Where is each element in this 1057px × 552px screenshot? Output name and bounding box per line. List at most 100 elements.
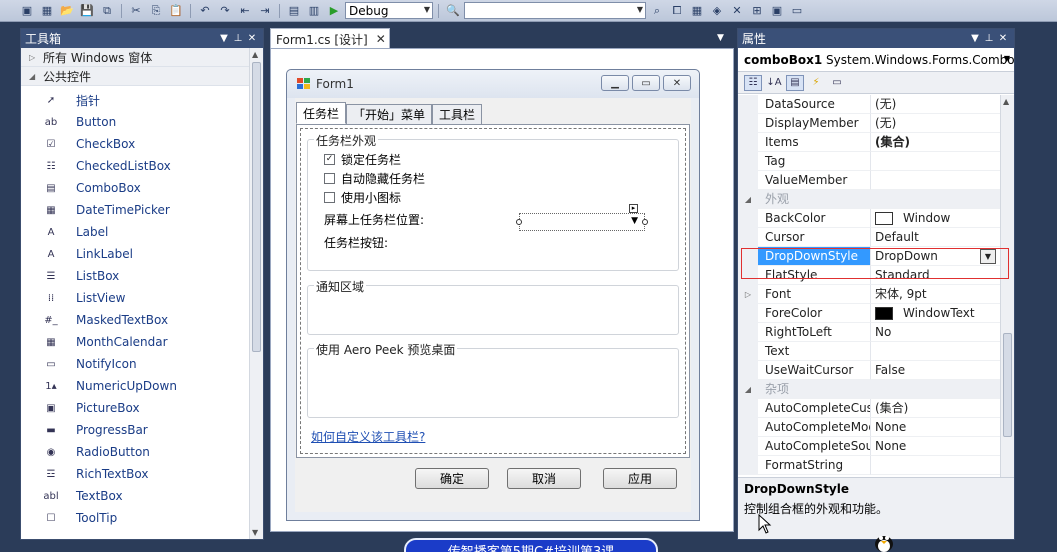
resize-handle-right[interactable] [642, 219, 648, 225]
find-combo[interactable]: ▼ [464, 2, 646, 19]
layout-icon[interactable]: ▤ [285, 3, 303, 19]
categorized-icon[interactable]: ☷ [744, 74, 762, 91]
redo-icon[interactable]: ↷ [216, 3, 234, 19]
navigate-forward-icon[interactable]: ⇥ [256, 3, 274, 19]
save-all-icon[interactable]: ⧉ [98, 3, 116, 19]
checkbox-lock-taskbar[interactable]: ✓ 锁定任务栏 [324, 151, 401, 168]
toolbox-item[interactable]: ▦ MonthCalendar [21, 331, 249, 353]
toolbox-group-all[interactable]: ▷ 所有 Windows 窗体 [21, 48, 263, 67]
toolbox-item[interactable]: ⁞⁞ ListView [21, 287, 249, 309]
toolbox-item[interactable]: #_ MaskedTextBox [21, 309, 249, 331]
groupbox-taskbar-appearance[interactable]: 任务栏外观 ✓ 锁定任务栏 自动隐藏任务栏 使用小图标 屏幕上任务栏位置: 任务… [307, 132, 679, 271]
find-icon[interactable]: ⌕ [648, 3, 666, 19]
chevron-down-icon[interactable]: ▼ [217, 33, 231, 44]
chevron-down-icon[interactable]: ▼ [968, 33, 982, 44]
tab-start-menu[interactable]: 「开始」菜单 [346, 104, 433, 124]
property-row[interactable]: DisplayMember (无) [738, 114, 1000, 133]
pin-icon[interactable]: ⊥ [231, 33, 245, 44]
scroll-down-icon[interactable]: ▼ [252, 528, 258, 537]
expand-arrow-icon[interactable]: ▷ [738, 285, 758, 304]
cancel-button[interactable]: 取消 [507, 468, 581, 489]
save-icon[interactable]: 💾 [78, 3, 96, 19]
property-category[interactable]: ◢ 外观 [738, 190, 1000, 209]
toolbox-item[interactable]: ab Button [21, 111, 249, 133]
toolbox-item[interactable]: ☲ RichTextBox [21, 463, 249, 485]
toolbox-item[interactable]: abl TextBox [21, 485, 249, 507]
toolbox-scrollbar[interactable]: ▲ ▼ [249, 48, 263, 539]
scroll-up-icon[interactable]: ▲ [1003, 97, 1009, 106]
layout2-icon[interactable]: ▥ [305, 3, 323, 19]
collapse-arrow-icon[interactable]: ◢ [738, 190, 758, 209]
property-row[interactable]: DataSource (无) [738, 95, 1000, 114]
smart-tag-icon[interactable]: ▸ [629, 204, 638, 213]
collapse-arrow-icon[interactable]: ◢ [738, 380, 758, 399]
property-value[interactable]: Default [871, 228, 1000, 247]
close-icon[interactable]: ✕ [996, 33, 1010, 44]
property-value[interactable] [871, 342, 1000, 361]
window-layout-icon[interactable]: ▭ [788, 3, 806, 19]
properties-view-icon[interactable]: ▤ [786, 74, 804, 91]
solution-config-select[interactable]: Debug ▼ [345, 2, 433, 19]
property-value[interactable]: No [871, 323, 1000, 342]
toolbox-item[interactable]: ▬ ProgressBar [21, 419, 249, 441]
property-row[interactable]: Tag [738, 152, 1000, 171]
property-value[interactable]: (集合) [871, 399, 1000, 418]
toolbox-item[interactable]: ➚ 指针 [21, 89, 249, 111]
toolbox-item[interactable]: ▤ ComboBox [21, 177, 249, 199]
property-row[interactable]: BackColor Window [738, 209, 1000, 228]
start-debug-icon[interactable]: ▶ [325, 3, 343, 19]
object-browser-icon[interactable]: ◈ [708, 3, 726, 19]
property-value[interactable]: (无) [871, 95, 1000, 114]
property-value[interactable]: None [871, 418, 1000, 437]
property-row[interactable]: Items (集合) [738, 133, 1000, 152]
cut-icon[interactable]: ✂ [127, 3, 145, 19]
extension-icon[interactable]: ▣ [768, 3, 786, 19]
tab-form1-design[interactable]: Form1.cs [设计] ✕ [270, 28, 390, 49]
property-row[interactable]: UseWaitCursor False [738, 361, 1000, 380]
property-value[interactable] [871, 456, 1000, 475]
properties-scrollbar[interactable]: ▲ ▼ [1000, 95, 1014, 505]
property-category[interactable]: ◢ 杂项 [738, 380, 1000, 399]
minimize-icon[interactable]: ▁ [601, 75, 629, 91]
combobox1-selected[interactable]: ▸ ▼ [516, 204, 648, 231]
customize-taskbar-link[interactable]: 如何自定义该工具栏? [311, 428, 425, 445]
scroll-up-icon[interactable]: ▲ [252, 50, 258, 59]
toolbox-item[interactable]: ▣ PictureBox [21, 397, 249, 419]
object-selector[interactable]: comboBox1 System.Windows.Forms.Combo ▼ [738, 48, 1014, 72]
property-row[interactable]: AutoCompleteMod None [738, 418, 1000, 437]
undo-icon[interactable]: ↶ [196, 3, 214, 19]
toolbox-item[interactable]: ☰ ListBox [21, 265, 249, 287]
property-row[interactable]: ForeColor WindowText [738, 304, 1000, 323]
property-value[interactable]: (集合) [871, 133, 1000, 152]
property-value[interactable] [871, 171, 1000, 190]
property-row[interactable]: AutoCompleteCust (集合) [738, 399, 1000, 418]
copy-icon[interactable]: ⎘ [147, 3, 165, 19]
ok-button[interactable]: 确定 [415, 468, 489, 489]
start-page-icon[interactable]: ⊞ [748, 3, 766, 19]
alphabetical-icon[interactable]: ↓A [765, 75, 783, 91]
pin-icon[interactable]: ⊥ [982, 33, 996, 44]
property-value[interactable]: 宋体, 9pt [871, 285, 1000, 304]
scroll-thumb[interactable] [1003, 333, 1012, 437]
property-value[interactable]: False [871, 361, 1000, 380]
tab-taskbar[interactable]: 任务栏 [296, 102, 347, 124]
scroll-thumb[interactable] [252, 62, 261, 352]
properties-window-icon[interactable]: ▦ [688, 3, 706, 19]
tab-toolbars[interactable]: 工具栏 [432, 104, 483, 124]
groupbox-aero-peek[interactable]: 使用 Aero Peek 预览桌面 [307, 341, 679, 418]
close-tab-icon[interactable]: ✕ [376, 32, 386, 46]
close-icon[interactable]: ✕ [245, 33, 259, 44]
paste-icon[interactable]: 📋 [167, 3, 185, 19]
property-row[interactable]: ValueMember [738, 171, 1000, 190]
property-row[interactable]: AutoCompleteSou None [738, 437, 1000, 456]
toolbox-group-common[interactable]: ◢ 公共控件 [21, 67, 263, 86]
checkbox-autohide-taskbar[interactable]: 自动隐藏任务栏 [324, 170, 425, 187]
toolbox-item[interactable]: ▦ DateTimePicker [21, 199, 249, 221]
property-value[interactable] [871, 152, 1000, 171]
property-row[interactable]: ▷ Font 宋体, 9pt [738, 285, 1000, 304]
toolbox-item[interactable]: ☷ CheckedListBox [21, 155, 249, 177]
resize-handle-left[interactable] [516, 219, 522, 225]
toolbox-item[interactable]: ☐ ToolTip [21, 507, 249, 529]
close-icon[interactable]: ✕ [663, 75, 691, 91]
maximize-icon[interactable]: ▭ [632, 75, 660, 91]
